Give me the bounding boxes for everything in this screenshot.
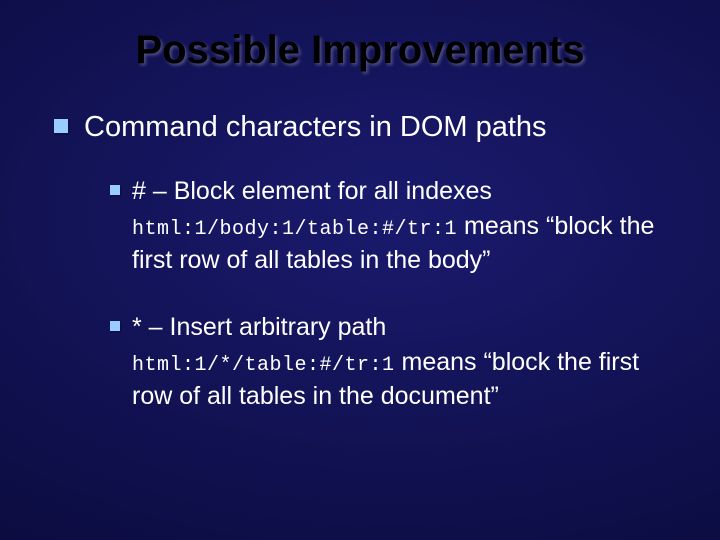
level2-body: html:1/*/table:#/tr:1 means “block the f… xyxy=(132,346,680,414)
level2-head: # – Block element for all indexes xyxy=(132,175,492,208)
slide: Possible Improvements Command characters… xyxy=(0,0,720,540)
square-bullet-icon xyxy=(110,321,120,331)
level1-text: Command characters in DOM paths xyxy=(84,109,547,145)
square-bullet-icon xyxy=(54,119,68,133)
code-path: html:1/body:1/table:#/tr:1 xyxy=(132,218,457,241)
square-bullet-icon xyxy=(110,185,120,195)
level2-head: * – Insert arbitrary path xyxy=(132,311,386,344)
slide-title: Possible Improvements xyxy=(40,28,680,73)
bullet-level1: Command characters in DOM paths xyxy=(54,109,680,145)
code-path: html:1/*/table:#/tr:1 xyxy=(132,354,395,377)
bullet-level2-item: # – Block element for all indexes html:1… xyxy=(110,175,680,277)
level2-body: html:1/body:1/table:#/tr:1 means “block … xyxy=(132,210,680,278)
bullet-level2-item: * – Insert arbitrary path html:1/*/table… xyxy=(110,311,680,413)
